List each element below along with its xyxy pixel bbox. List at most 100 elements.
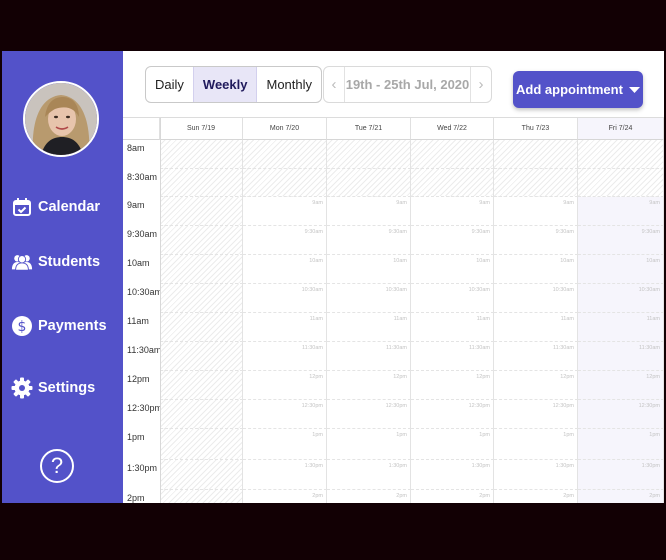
time-slot[interactable]: 10am xyxy=(243,255,327,284)
time-slot[interactable]: 12:30pm xyxy=(243,400,327,429)
time-slot[interactable]: 1:30pm xyxy=(578,460,664,490)
view-daily-button[interactable]: Daily xyxy=(146,67,193,102)
time-slot[interactable]: 9:30am xyxy=(411,226,494,255)
sidebar-item-payments[interactable]: $ Payments xyxy=(11,312,107,340)
time-slot[interactable] xyxy=(160,460,243,490)
time-slot[interactable]: 11am xyxy=(327,313,411,342)
time-slot[interactable]: 11am xyxy=(411,313,494,342)
time-slot[interactable]: 10:30am xyxy=(243,284,327,313)
time-slot[interactable]: 12:30pm xyxy=(411,400,494,429)
time-slot[interactable]: 1pm xyxy=(578,429,664,460)
time-slot[interactable]: 12:30pm xyxy=(494,400,578,429)
time-slot[interactable]: 2pm xyxy=(327,490,411,503)
time-slot[interactable] xyxy=(160,490,243,503)
time-slot[interactable]: 1:30pm xyxy=(411,460,494,490)
sidebar-item-label: Payments xyxy=(38,318,107,334)
time-slot[interactable]: 9:30am xyxy=(578,226,664,255)
time-slot[interactable]: 12pm xyxy=(494,371,578,400)
time-slot[interactable]: 12:30pm xyxy=(327,400,411,429)
add-appointment-button[interactable]: Add appointment xyxy=(513,71,643,108)
time-slot[interactable]: 12:30pm xyxy=(578,400,664,429)
day-header: Wed 7/22 xyxy=(411,118,494,140)
time-slot[interactable]: 9am xyxy=(494,197,578,226)
time-slot[interactable]: 10am xyxy=(411,255,494,284)
time-slot[interactable] xyxy=(160,342,243,371)
time-slot[interactable]: 12pm xyxy=(411,371,494,400)
time-slot[interactable] xyxy=(411,140,494,169)
time-slot[interactable]: 1pm xyxy=(411,429,494,460)
help-icon: ? xyxy=(50,453,64,478)
time-slot[interactable] xyxy=(160,255,243,284)
time-slot[interactable] xyxy=(578,140,664,169)
time-slot[interactable]: 12pm xyxy=(578,371,664,400)
time-slot[interactable] xyxy=(160,400,243,429)
time-slot[interactable]: 10am xyxy=(578,255,664,284)
time-slot[interactable]: 10:30am xyxy=(494,284,578,313)
time-slot[interactable]: 1pm xyxy=(243,429,327,460)
time-slot[interactable]: 1:30pm xyxy=(494,460,578,490)
time-slot[interactable]: 9am xyxy=(327,197,411,226)
time-slot[interactable]: 1pm xyxy=(327,429,411,460)
time-slot[interactable]: 10am xyxy=(494,255,578,284)
time-label: 1:30pm xyxy=(127,463,158,473)
time-slot[interactable]: 11:30am xyxy=(243,342,327,371)
time-slot[interactable]: 11:30am xyxy=(327,342,411,371)
time-slot[interactable]: 12pm xyxy=(327,371,411,400)
add-appointment-label: Add appointment xyxy=(516,82,623,97)
time-label: 12:30pm xyxy=(127,403,163,413)
sidebar-item-students[interactable]: Students xyxy=(11,248,100,276)
dollar-circle-icon: $ xyxy=(11,315,33,337)
view-monthly-button[interactable]: Monthly xyxy=(257,67,321,102)
time-slot[interactable]: 2pm xyxy=(494,490,578,503)
time-slot[interactable]: 11:30am xyxy=(494,342,578,371)
time-slot[interactable]: 9:30am xyxy=(494,226,578,255)
time-slot[interactable] xyxy=(327,169,411,197)
sidebar-item-settings[interactable]: Settings xyxy=(11,374,95,402)
time-slot[interactable]: 1pm xyxy=(494,429,578,460)
time-slot[interactable] xyxy=(160,140,243,169)
time-slot[interactable] xyxy=(243,169,327,197)
time-slot[interactable]: 10:30am xyxy=(578,284,664,313)
view-weekly-button[interactable]: Weekly xyxy=(192,67,258,102)
time-slot[interactable]: 9:30am xyxy=(243,226,327,255)
time-slot[interactable] xyxy=(160,429,243,460)
time-slot[interactable]: 1:30pm xyxy=(327,460,411,490)
time-slot[interactable]: 12pm xyxy=(243,371,327,400)
time-slot[interactable] xyxy=(160,169,243,197)
time-label: 12pm xyxy=(127,374,150,384)
time-slot[interactable] xyxy=(160,197,243,226)
time-slot[interactable]: 9:30am xyxy=(327,226,411,255)
time-slot[interactable]: 11:30am xyxy=(411,342,494,371)
chevron-left-icon[interactable]: ‹ xyxy=(324,67,344,102)
time-slot[interactable] xyxy=(243,140,327,169)
avatar[interactable] xyxy=(23,81,99,157)
time-slot[interactable]: 11am xyxy=(494,313,578,342)
time-slot[interactable] xyxy=(160,313,243,342)
time-slot[interactable] xyxy=(327,140,411,169)
help-button[interactable]: ? xyxy=(40,449,74,483)
time-slot[interactable] xyxy=(160,371,243,400)
time-slot[interactable] xyxy=(160,226,243,255)
time-slot[interactable]: 9am xyxy=(411,197,494,226)
time-slot[interactable] xyxy=(578,169,664,197)
time-slot[interactable] xyxy=(494,169,578,197)
time-slot[interactable] xyxy=(494,140,578,169)
time-slot[interactable]: 10:30am xyxy=(327,284,411,313)
caret-down-icon xyxy=(628,82,640,97)
time-slot[interactable]: 2pm xyxy=(578,490,664,503)
time-slot[interactable]: 10am xyxy=(327,255,411,284)
sidebar-item-calendar[interactable]: Calendar xyxy=(11,193,100,221)
time-slot[interactable]: 11am xyxy=(578,313,664,342)
time-slot[interactable]: 1:30pm xyxy=(243,460,327,490)
time-slot[interactable]: 10:30am xyxy=(411,284,494,313)
time-slot[interactable] xyxy=(411,169,494,197)
time-slot[interactable]: 11am xyxy=(243,313,327,342)
time-slot[interactable]: 2pm xyxy=(411,490,494,503)
time-slot[interactable]: 9am xyxy=(243,197,327,226)
time-slot[interactable]: 11:30am xyxy=(578,342,664,371)
time-slot[interactable] xyxy=(160,284,243,313)
sidebar-item-label: Calendar xyxy=(38,199,101,215)
chevron-right-icon[interactable]: › xyxy=(471,67,491,102)
time-slot[interactable]: 9am xyxy=(578,197,664,226)
time-slot[interactable]: 2pm xyxy=(243,490,327,503)
